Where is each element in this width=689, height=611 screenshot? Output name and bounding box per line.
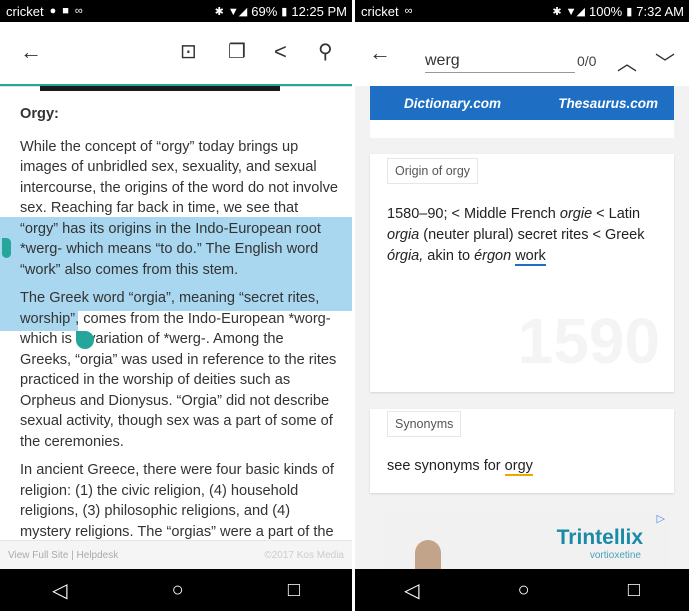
find-in-page-bar: ← 0/0 ︿ ﹀ [355,22,689,86]
voicemail-icon: ∞ [404,5,413,17]
copyright: ©2017 Kos Media [264,550,344,561]
nav-recents-icon[interactable]: □ [628,579,640,602]
nav-home-icon[interactable]: ○ [518,579,530,602]
battery-percent: 69% [251,3,278,19]
year-watermark: 1590 [517,305,660,377]
advertisement[interactable]: Trintellix vortioxetine ▷ [383,510,669,569]
back-arrow-icon[interactable]: ← [369,40,391,66]
signal-icon: ▼◢ [565,5,585,18]
adchoices-icon[interactable]: ▷ [657,512,665,525]
android-nav-bar: ◁ ○ □ [355,569,689,611]
carrier-label: cricket [361,3,399,19]
battery-percent: 100% [588,3,623,19]
dictionary-logo[interactable]: Dictionary.com [404,96,501,111]
signal-icon: ▼◢ [227,5,248,18]
page-footer: View Full Site | Helpdesk ©2017 Kos Medi… [0,540,352,570]
clock: 12:25 PM [291,3,347,19]
find-input[interactable] [425,52,575,73]
clock: 7:32 AM [636,3,684,19]
site-header: Dictionary.com Thesaurus.com [370,86,674,120]
nav-recents-icon[interactable]: □ [288,579,300,602]
paragraph-2[interactable]: The Greek word “orgia”, meaning “secret … [20,288,338,452]
thesaurus-link[interactable]: Thesaurus.com [558,96,658,111]
android-nav-bar: ◁ ○ □ [0,569,352,611]
article-body: Orgy: While the concept of “orgy” today … [20,104,338,591]
select-all-icon[interactable]: ⊡ [180,40,197,64]
ad-generic: vortioxetine [589,550,641,561]
nav-back-icon[interactable]: ◁ [52,578,67,603]
ad-brand: Trintellix [556,526,643,549]
chevron-down-icon[interactable]: ﹀ [655,47,675,76]
footer-links[interactable]: View Full Site | Helpdesk [0,550,118,561]
origin-label: Origin of orgy [387,158,479,184]
synonyms-card: Synonyms see synonyms for orgy [370,409,674,493]
paragraph-1[interactable]: While the concept of “orgy” today brings… [20,137,338,281]
selection-start-handle[interactable] [2,238,11,258]
synonyms-text: see synonyms for orgy [387,458,533,476]
selection-end-handle[interactable] [76,331,94,349]
status-bar: cricket ∞ ✱ ▼◢ 100% ▮ 7:32 AM [355,0,689,22]
nav-home-icon[interactable]: ○ [172,579,184,602]
bluetooth-icon: ✱ [552,5,562,18]
header-image-strip [40,86,280,91]
share-icon[interactable]: < [274,40,287,64]
origin-card: 1590 Origin of orgy 1580–90; < Middle Fr… [370,154,674,392]
battery-icon: ▮ [626,5,633,18]
selection-toolbar: ← ⊡ ❐ < ⚲ [0,22,352,86]
article-heading: Orgy: [20,106,59,122]
ad-person-image [415,540,441,569]
copy-icon[interactable]: ❐ [228,40,246,64]
left-screen: cricket ● ■ ∞ ✱ ▼◢ 69% ▮ 12:25 PM ← ⊡ ❐ … [0,0,352,611]
bluetooth-icon: ✱ [214,5,224,18]
right-screen: cricket ∞ ✱ ▼◢ 100% ▮ 7:32 AM ← 0/0 ︿ ﹀ … [355,0,689,611]
nav-back-icon[interactable]: ◁ [404,578,419,603]
synonyms-label: Synonyms [387,411,462,437]
find-match-count: 0/0 [577,53,597,69]
status-bar: cricket ● ■ ∞ ✱ ▼◢ 69% ▮ 12:25 PM [0,0,352,22]
battery-icon: ▮ [281,5,288,18]
notification-icon: ● [49,5,57,17]
chevron-up-icon[interactable]: ︿ [617,47,637,76]
origin-text: 1580–90; < Middle French orgie < Latin o… [387,206,645,266]
voicemail-icon: ∞ [74,5,83,17]
back-arrow-icon[interactable]: ← [20,40,42,64]
facebook-icon: ■ [62,5,69,17]
carrier-label: cricket [6,3,44,19]
orgy-synonyms-link[interactable]: orgy [504,458,533,476]
work-link[interactable]: work [515,248,546,266]
previous-card-bottom [370,120,674,138]
search-icon[interactable]: ⚲ [318,40,333,64]
